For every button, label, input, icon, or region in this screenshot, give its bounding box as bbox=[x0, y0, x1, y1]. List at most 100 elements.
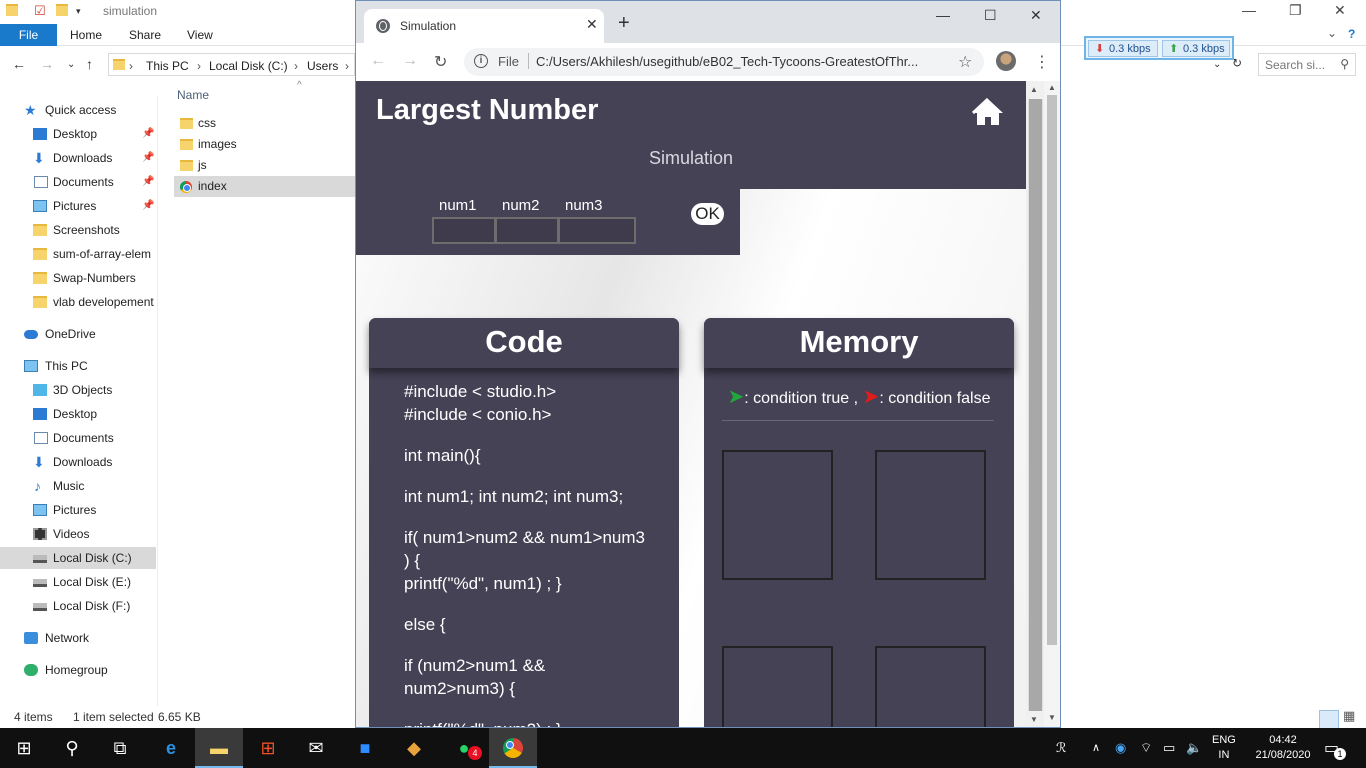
column-header-name[interactable]: Name bbox=[177, 88, 209, 102]
profile-avatar[interactable] bbox=[996, 51, 1016, 71]
ribbon-tab-file[interactable]: File bbox=[0, 24, 57, 46]
task-view-icon[interactable]: ⧉ bbox=[96, 728, 144, 768]
store-icon[interactable]: ⊞ bbox=[244, 728, 292, 768]
search-input[interactable]: Search si... ⚲ bbox=[1258, 53, 1356, 76]
browser-tab[interactable]: Simulation ✕ bbox=[364, 9, 604, 43]
address-dropdown-icon[interactable]: ⌄ bbox=[1213, 59, 1221, 70]
recent-locations-icon[interactable]: ⌄ bbox=[67, 59, 75, 70]
breadcrumb-local-disk[interactable]: Local Disk (C:) bbox=[209, 59, 288, 73]
properties-icon[interactable]: ☑ bbox=[34, 3, 46, 19]
nav-item-desktop[interactable]: Desktop 📌 bbox=[0, 123, 156, 145]
nav-item-pictures[interactable]: Pictures 📌 bbox=[0, 195, 156, 217]
back-arrow-icon[interactable]: ← bbox=[12, 56, 26, 72]
nav-item-local-disk-c[interactable]: Local Disk (C:) bbox=[0, 547, 156, 569]
forward-arrow-icon[interactable]: → bbox=[40, 56, 54, 72]
nav-item-3d-objects[interactable]: 3D Objects bbox=[0, 379, 156, 401]
window-scrollbar-thumb[interactable] bbox=[1047, 95, 1057, 645]
window-scrollbar[interactable]: ▲ ▼ bbox=[1044, 81, 1060, 727]
up-arrow-icon[interactable]: ↑ bbox=[86, 56, 93, 72]
nav-item-screenshots[interactable]: Screenshots bbox=[0, 219, 156, 241]
volume-icon[interactable]: 🔈 bbox=[1186, 740, 1202, 756]
file-explorer-icon[interactable]: ▬ bbox=[195, 728, 243, 768]
customize-quick-access-icon[interactable]: ▾ bbox=[76, 6, 81, 17]
reload-icon[interactable]: ↻ bbox=[434, 52, 447, 72]
num2-input[interactable] bbox=[495, 217, 559, 244]
omnibox[interactable]: i File C:/Users/Akhilesh/usegithub/eB02_… bbox=[464, 48, 984, 76]
git-icon[interactable]: ◆ bbox=[390, 728, 438, 768]
nav-homegroup[interactable]: Homegroup bbox=[0, 659, 156, 681]
url-text[interactable]: C:/Users/Akhilesh/usegithub/eB02_Tech-Ty… bbox=[536, 54, 946, 69]
mail-icon[interactable]: ✉ bbox=[292, 728, 340, 768]
expand-ribbon-icon[interactable]: ⌄ bbox=[1327, 26, 1337, 40]
minimize-icon[interactable]: — bbox=[1242, 2, 1256, 18]
nav-network[interactable]: Network bbox=[0, 627, 156, 649]
ribbon-tab-view[interactable]: View bbox=[187, 28, 213, 42]
nav-this-pc[interactable]: This PC bbox=[0, 355, 156, 377]
restore-icon[interactable]: ❐ bbox=[1289, 2, 1302, 19]
large-icons-view-icon[interactable]: ▦ bbox=[1343, 708, 1355, 724]
nav-item-local-disk-f[interactable]: Local Disk (F:) bbox=[0, 595, 156, 617]
pin-icon[interactable]: 📌 bbox=[142, 171, 154, 193]
num1-input[interactable] bbox=[432, 217, 496, 244]
address-path[interactable]: › This PC › Local Disk (C:) › Users › bbox=[108, 53, 355, 76]
window-scroll-up-icon[interactable]: ▲ bbox=[1048, 83, 1056, 92]
nav-item-vlab[interactable]: vlab developement bbox=[0, 291, 156, 313]
minimize-icon[interactable]: — bbox=[936, 7, 950, 23]
people-icon[interactable]: ℛ bbox=[1056, 740, 1066, 756]
bookmark-star-icon[interactable]: ☆ bbox=[958, 52, 972, 72]
nav-item-swap-numbers[interactable]: Swap-Numbers bbox=[0, 267, 156, 289]
nav-item-pc-documents[interactable]: Documents bbox=[0, 427, 156, 449]
pin-icon[interactable]: 📌 bbox=[142, 123, 154, 145]
forward-arrow-icon[interactable]: → bbox=[402, 52, 418, 70]
nav-item-sum-of-array[interactable]: sum-of-array-elem bbox=[0, 243, 156, 265]
nav-item-downloads[interactable]: ⬇ Downloads 📌 bbox=[0, 147, 156, 169]
nav-item-pc-pictures[interactable]: Pictures bbox=[0, 499, 156, 521]
window-scroll-down-icon[interactable]: ▼ bbox=[1048, 713, 1056, 722]
close-icon[interactable]: ✕ bbox=[1030, 7, 1042, 24]
num3-input[interactable] bbox=[558, 217, 636, 244]
ribbon-tab-share[interactable]: Share bbox=[129, 28, 161, 42]
maximize-icon[interactable]: ☐ bbox=[984, 7, 997, 24]
file-row-images[interactable]: images bbox=[174, 134, 356, 155]
info-icon[interactable]: i bbox=[474, 54, 488, 68]
file-row-index[interactable]: index bbox=[174, 176, 356, 197]
nav-onedrive[interactable]: OneDrive bbox=[0, 323, 156, 345]
back-arrow-icon[interactable]: ← bbox=[370, 52, 386, 70]
scroll-down-icon[interactable]: ▼ bbox=[1030, 715, 1038, 724]
ok-button[interactable]: OK bbox=[691, 203, 724, 225]
nav-item-local-disk-e[interactable]: Local Disk (E:) bbox=[0, 571, 156, 593]
scroll-up-icon[interactable]: ▲ bbox=[1030, 85, 1038, 94]
chrome-taskbar-icon[interactable] bbox=[489, 728, 537, 768]
pin-icon[interactable]: 📌 bbox=[142, 195, 154, 217]
menu-kebab-icon[interactable]: ⋮ bbox=[1034, 52, 1050, 72]
details-view-icon[interactable] bbox=[1319, 710, 1339, 730]
windows-start-icon[interactable]: ⊞ bbox=[0, 728, 48, 768]
nav-item-pc-downloads[interactable]: ⬇ Downloads bbox=[0, 451, 156, 473]
close-icon[interactable]: ✕ bbox=[1334, 2, 1346, 19]
show-hidden-icons-icon[interactable]: ∧ bbox=[1092, 741, 1100, 754]
edge-icon[interactable]: e bbox=[147, 728, 195, 768]
ribbon-tab-home[interactable]: Home bbox=[70, 28, 102, 42]
close-tab-icon[interactable]: ✕ bbox=[586, 16, 598, 33]
whatsapp-icon[interactable]: ● 4 bbox=[440, 728, 488, 768]
zoom-icon[interactable]: ■ bbox=[341, 728, 389, 768]
new-folder-icon[interactable] bbox=[56, 4, 68, 16]
nav-item-documents[interactable]: Documents 📌 bbox=[0, 171, 156, 193]
file-row-css[interactable]: css bbox=[174, 113, 356, 134]
clock[interactable]: 04:42 21/08/2020 bbox=[1246, 733, 1320, 763]
nav-item-pc-desktop[interactable]: Desktop bbox=[0, 403, 156, 425]
breadcrumb-users[interactable]: Users bbox=[307, 59, 338, 73]
battery-icon[interactable]: ▭ bbox=[1163, 740, 1175, 756]
help-icon[interactable]: ? bbox=[1348, 27, 1355, 41]
language-indicator[interactable]: ENG IN bbox=[1212, 733, 1236, 763]
nav-quick-access[interactable]: ★ Quick access bbox=[0, 99, 156, 121]
file-row-js[interactable]: js bbox=[174, 155, 356, 176]
breadcrumb-this-pc[interactable]: This PC bbox=[146, 59, 189, 73]
tray-chrome-icon[interactable]: ◉ bbox=[1115, 740, 1126, 756]
nav-item-music[interactable]: ♪ Music bbox=[0, 475, 156, 497]
new-tab-icon[interactable]: + bbox=[618, 13, 630, 33]
search-icon[interactable]: ⚲ bbox=[48, 728, 96, 768]
nav-item-videos[interactable]: Videos bbox=[0, 523, 156, 545]
pin-icon[interactable]: 📌 bbox=[142, 147, 154, 169]
home-icon[interactable] bbox=[971, 97, 1005, 127]
